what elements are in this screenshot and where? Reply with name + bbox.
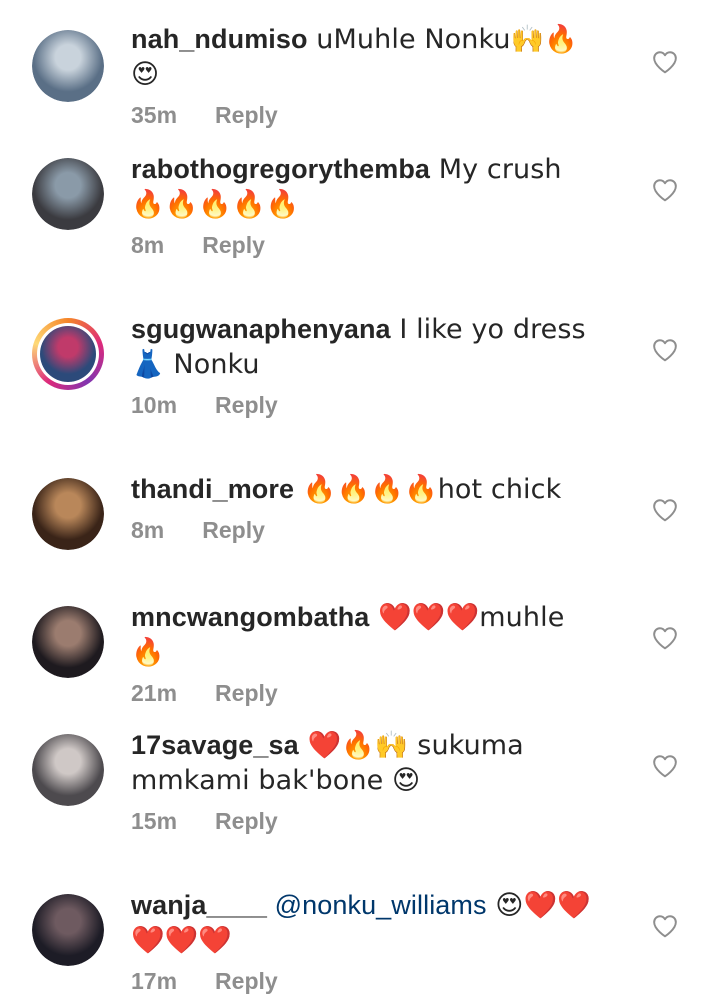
like-heart-icon[interactable]: [652, 626, 678, 650]
comment-body: wanja____ @nonku_williams 😍❤️❤️❤️❤️❤️ 17m…: [131, 888, 591, 996]
avatar[interactable]: [32, 158, 104, 230]
comment-username[interactable]: thandi_more: [131, 474, 294, 504]
like-heart-icon[interactable]: [652, 50, 678, 74]
like-heart-icon[interactable]: [652, 754, 678, 778]
comment-username[interactable]: sgugwanaphenyana: [131, 314, 391, 344]
comment-body: mncwangombatha ❤️❤️❤️muhle 🔥 21m Reply: [131, 600, 591, 708]
comment-meta: 21m Reply: [131, 678, 591, 708]
reply-button[interactable]: Reply: [215, 390, 278, 420]
comment-timestamp: 8m: [131, 517, 165, 543]
comment-body: rabothogregorythemba My crush 🔥🔥🔥🔥🔥 8m Rep…: [131, 152, 591, 260]
comment-meta: 35m Reply: [131, 100, 591, 130]
mention-link[interactable]: @nonku_williams: [275, 890, 487, 920]
reply-button[interactable]: Reply: [202, 515, 265, 545]
avatar[interactable]: [32, 894, 104, 966]
like-heart-icon[interactable]: [652, 178, 678, 202]
avatar[interactable]: [32, 30, 104, 102]
comment-meta: 8m Reply: [131, 230, 591, 260]
avatar-image: [32, 606, 104, 678]
comment-body: sgugwanaphenyana I like yo dress 👗 Nonku…: [131, 312, 591, 420]
story-ring: [37, 323, 99, 385]
comment-timestamp: 15m: [131, 808, 178, 834]
comment-text: rabothogregorythemba My crush 🔥🔥🔥🔥🔥: [131, 152, 591, 222]
comment-body: thandi_more 🔥🔥🔥🔥hot chick 8m Reply: [131, 472, 591, 545]
comment-body: 17savage_sa ❤️🔥🙌 sukuma mmkami bak'bone …: [131, 728, 591, 836]
comment-timestamp: 8m: [131, 232, 165, 258]
comment-username[interactable]: rabothogregorythemba: [131, 154, 430, 184]
comment-meta: 10m Reply: [131, 390, 591, 420]
comment-text: sgugwanaphenyana I like yo dress 👗 Nonku: [131, 312, 591, 382]
comment-meta: 8m Reply: [131, 515, 591, 545]
avatar-image: [32, 478, 104, 550]
like-heart-icon[interactable]: [652, 338, 678, 362]
reply-button[interactable]: Reply: [215, 678, 278, 708]
avatar-image: [32, 30, 104, 102]
comment-timestamp: 21m: [131, 680, 178, 706]
comment-timestamp: 17m: [131, 968, 178, 994]
like-heart-icon[interactable]: [652, 498, 678, 522]
comment-text: mncwangombatha ❤️❤️❤️muhle 🔥: [131, 600, 591, 670]
comment-message: 🔥🔥🔥🔥hot chick: [294, 474, 562, 505]
reply-button[interactable]: Reply: [215, 806, 278, 836]
avatar-image: [32, 734, 104, 806]
comment-username[interactable]: mncwangombatha: [131, 602, 369, 632]
reply-button[interactable]: Reply: [202, 230, 265, 260]
reply-button[interactable]: Reply: [215, 966, 278, 996]
comment-text: thandi_more 🔥🔥🔥🔥hot chick: [131, 472, 591, 507]
reply-button[interactable]: Reply: [215, 100, 278, 130]
comment-username[interactable]: wanja____: [131, 890, 267, 920]
avatar-image: [40, 326, 96, 382]
avatar-image: [32, 894, 104, 966]
comment-text: 17savage_sa ❤️🔥🙌 sukuma mmkami bak'bone …: [131, 728, 591, 798]
like-heart-icon[interactable]: [652, 914, 678, 938]
comment-timestamp: 35m: [131, 102, 178, 128]
comment-text: nah_ndumiso uMuhle Nonku🙌🔥😍: [131, 22, 591, 92]
avatar[interactable]: [32, 606, 104, 678]
avatar[interactable]: [32, 318, 104, 390]
comment-username[interactable]: nah_ndumiso: [131, 24, 308, 54]
avatar-image: [32, 158, 104, 230]
comment-username[interactable]: 17savage_sa: [131, 730, 299, 760]
comment-timestamp: 10m: [131, 392, 178, 418]
comment-meta: 17m Reply: [131, 966, 591, 996]
comment-meta: 15m Reply: [131, 806, 591, 836]
avatar[interactable]: [32, 734, 104, 806]
comment-text: wanja____ @nonku_williams 😍❤️❤️❤️❤️❤️: [131, 888, 591, 958]
avatar[interactable]: [32, 478, 104, 550]
comment-body: nah_ndumiso uMuhle Nonku🙌🔥😍 35m Reply: [131, 22, 591, 130]
